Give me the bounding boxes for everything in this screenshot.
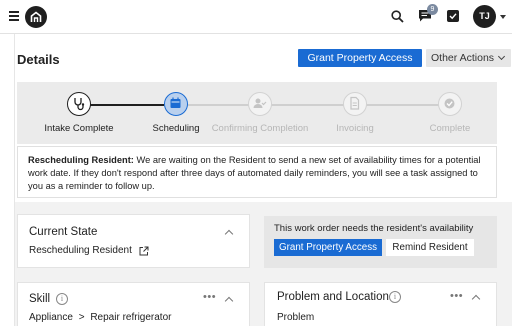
status-notice: Rescheduling Resident: We are waiting on… — [17, 146, 497, 198]
hamburger-menu-icon[interactable] — [9, 11, 19, 21]
remind-resident-button[interactable]: Remind Resident — [386, 239, 474, 256]
step-label-complete: Complete — [429, 123, 471, 134]
skill-path: Appliance > Repair refrigerator — [29, 312, 171, 323]
problem-subheading: Problem — [277, 312, 315, 323]
search-icon[interactable] — [391, 10, 404, 23]
chevron-up-icon[interactable] — [224, 296, 234, 306]
stethoscope-icon — [67, 92, 91, 116]
availability-message: This work order needs the resident's ava… — [274, 223, 474, 234]
info-icon[interactable]: i — [56, 293, 68, 305]
current-state-title: Current State — [29, 226, 98, 238]
problem-location-card: Problem and Location i ••• Problem — [264, 282, 497, 326]
info-icon[interactable]: i — [389, 291, 401, 303]
external-link-icon[interactable] — [139, 246, 149, 256]
step-label-intake-complete: Intake Complete — [44, 123, 114, 134]
user-check-icon — [248, 92, 272, 116]
main-content: Details Grant Property Access Other Acti… — [15, 34, 512, 326]
page-title: Details — [17, 52, 60, 67]
chevron-down-icon — [497, 52, 506, 61]
chevron-down-icon[interactable] — [500, 15, 506, 19]
skill-title: Skill — [29, 293, 51, 305]
more-options-icon[interactable]: ••• — [450, 290, 463, 302]
document-icon — [343, 92, 367, 116]
grant-property-access-button[interactable]: Grant Property Access — [298, 49, 422, 67]
breadcrumb-separator: > — [78, 312, 85, 323]
other-actions-button[interactable]: Other Actions — [426, 49, 511, 67]
other-actions-label: Other Actions — [431, 52, 495, 64]
problem-location-title: Problem and Location — [277, 291, 389, 303]
chevron-up-icon[interactable] — [471, 294, 481, 304]
current-state-card: Current State Rescheduling Resident — [17, 214, 250, 268]
user-avatar[interactable]: TJ — [473, 5, 496, 28]
chevron-up-icon[interactable] — [224, 229, 234, 239]
progress-stepper: Intake Complete Scheduling Confirming Co… — [17, 82, 497, 144]
skill-card: Skill i ••• Appliance > Repair refrigera… — [17, 282, 250, 326]
availability-panel: This work order needs the resident's ava… — [264, 216, 497, 268]
skill-category: Appliance — [29, 312, 73, 323]
messages-count-badge: 9 — [427, 4, 438, 15]
step-label-invoicing: Invoicing — [336, 123, 374, 134]
skill-subcategory: Repair refrigerator — [90, 312, 172, 323]
step-label-confirming-completion: Confirming Completion — [211, 123, 309, 134]
more-options-icon[interactable]: ••• — [203, 291, 216, 303]
checkbox-icon[interactable] — [447, 10, 459, 22]
home-logo-icon[interactable] — [25, 6, 47, 28]
notice-heading: Rescheduling Resident: — [28, 155, 134, 165]
top-bar: 9 TJ — [0, 0, 512, 34]
grant-property-access-button-secondary[interactable]: Grant Property Access — [274, 239, 382, 256]
left-rail — [0, 34, 15, 326]
check-circle-icon — [438, 92, 462, 116]
calendar-icon — [164, 92, 188, 116]
current-state-value: Rescheduling Resident — [29, 245, 132, 256]
step-connector-pending — [176, 104, 454, 106]
